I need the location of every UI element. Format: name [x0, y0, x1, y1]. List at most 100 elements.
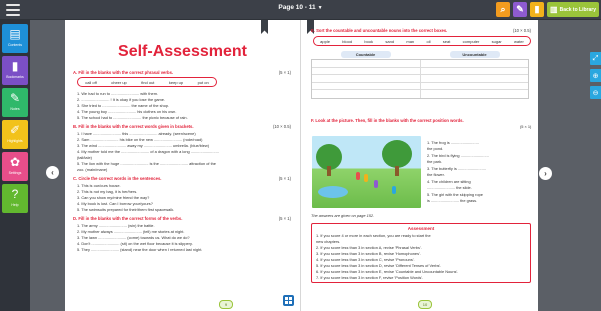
chevron-down-icon: ▼	[317, 5, 323, 11]
word-chip: seat	[442, 38, 451, 44]
page-number: 10	[418, 300, 432, 309]
question-line: 4. The young boy .......................…	[77, 109, 177, 114]
sidebar: ▤ Contents ▮ Bookmarks ✎ Notes ✐ Highlights …	[0, 20, 30, 311]
word-chip: oil	[426, 38, 431, 44]
highlighter-icon[interactable]: ▮	[530, 2, 545, 17]
word-box: apple blood book sand man oil seat compu…	[313, 36, 531, 46]
chevron-left-icon: ‹	[51, 168, 54, 177]
word-chip: find out	[141, 79, 155, 85]
notes-icon: ✎	[9, 91, 21, 105]
table-cell[interactable]	[312, 60, 421, 67]
word-box: call off cheer up find out keep up put o…	[77, 77, 217, 87]
table-cell[interactable]	[312, 67, 421, 74]
section-score: (5 × 1)	[278, 216, 291, 221]
sidebar-item-bookmarks[interactable]: ▮ Bookmarks	[2, 56, 28, 85]
section-heading-text: A. Fill in the blanks with the correct p…	[73, 70, 174, 75]
menu-icon[interactable]	[4, 3, 22, 17]
question-line: the park.	[427, 159, 443, 164]
section-a-heading: A. Fill in the blanks with the correct p…	[73, 70, 291, 75]
question-line: 3. The butterfly is ....................…	[427, 166, 486, 171]
question-line: 1. This is our/ours house.	[77, 183, 121, 188]
word-chip: sand	[385, 38, 395, 44]
column-header: Uncountable	[449, 51, 500, 58]
page-label: Page 10 - 11	[278, 4, 316, 11]
table-cell[interactable]	[421, 68, 529, 75]
child-figure	[374, 180, 378, 188]
table-cell[interactable]	[421, 83, 529, 90]
sidebar-item-notes[interactable]: ✎ Notes	[2, 88, 28, 117]
child-figure	[364, 174, 368, 182]
child-figure	[356, 172, 360, 180]
next-page-button[interactable]: ›	[539, 167, 552, 180]
table-cell[interactable]	[312, 90, 421, 98]
assessment-line: 4. If you score less than 3 in section C…	[316, 257, 415, 262]
sidebar-item-label: Contents	[7, 43, 22, 47]
answers-note: The answers are given on page 152.	[311, 213, 375, 218]
question-line: 2. The bird is flying ..................…	[427, 153, 489, 158]
question-line: 1. We had to run to ....................…	[77, 91, 159, 96]
question-line: 2. .......................... ! It is ok…	[77, 97, 166, 102]
sidebar-item-label: Settings	[8, 171, 22, 175]
table-cell[interactable]	[312, 82, 421, 89]
child-figure	[392, 186, 396, 194]
table-cell[interactable]	[421, 90, 529, 98]
word-chip: book	[364, 38, 374, 44]
assessment-line: 7. If you score less than 3 in section F…	[316, 275, 424, 280]
search-icon[interactable]: ⌕	[496, 2, 511, 17]
question-line: 5. They .......................... (stan…	[77, 247, 203, 252]
assessment-line: 2. If you score less than 3 in section A…	[316, 245, 422, 250]
back-to-library-button[interactable]: ▥ Back to Library	[547, 2, 599, 17]
help-icon: ?	[11, 187, 19, 201]
table-cell[interactable]	[421, 75, 529, 82]
zoom-toolbar: ⤢ ⊕ ⊖	[590, 52, 601, 99]
tree-trunk	[395, 166, 399, 176]
word-chip: keep up	[168, 79, 184, 85]
assessment-line: 1. If you score 4 or more in each sectio…	[316, 233, 431, 238]
page-selector[interactable]: Page 10 - 11 ▼	[278, 4, 322, 11]
page-bookmark-ribbon[interactable]	[261, 20, 268, 34]
section-heading-text: B. Fill in the blanks with the correct w…	[73, 124, 194, 129]
question-line: 4. My book is lost. Can I borrow your/yo…	[77, 201, 153, 206]
table-cell[interactable]	[421, 60, 529, 67]
assessment-title: Assessment	[407, 226, 435, 231]
park-illustration	[312, 136, 421, 208]
zoom-out-icon[interactable]: ⊖	[590, 86, 601, 99]
tree-trunk	[327, 166, 331, 176]
word-chip: cheer up	[111, 79, 127, 85]
question-line: 3. The lawn .......................... (…	[77, 235, 190, 240]
table-row	[312, 67, 529, 75]
sidebar-item-contents[interactable]: ▤ Contents	[2, 24, 28, 53]
tree-shape	[382, 140, 412, 168]
previous-page-button[interactable]: ‹	[46, 166, 59, 179]
thumbnail-grid-button[interactable]	[283, 295, 294, 306]
section-c-heading: C. Circle the correct words in the sente…	[73, 176, 291, 181]
sidebar-item-label: Bookmarks	[6, 75, 24, 79]
table-row	[312, 90, 528, 98]
section-f-heading: F. Look at the picture. Then, fill in th…	[311, 118, 531, 123]
section-b-heading: B. Fill in the blanks with the correct w…	[73, 124, 291, 129]
page-number: 9	[219, 300, 233, 309]
word-chip: put on	[197, 79, 209, 85]
library-label: Back to Library	[559, 6, 596, 13]
pen-icon[interactable]: ✎	[513, 2, 528, 17]
fullscreen-icon[interactable]: ⤢	[590, 52, 601, 65]
highlight-icon: ✐	[9, 123, 21, 137]
zoom-in-icon[interactable]: ⊕	[590, 69, 601, 82]
bookmark-icon: ▮	[11, 59, 19, 73]
section-score: (5 × 1)	[278, 70, 291, 75]
section-score: (5 × 1)	[278, 176, 291, 181]
sidebar-item-help[interactable]: ? Help	[2, 184, 28, 213]
question-line: 3. The wind .......................... a…	[77, 143, 210, 148]
gear-icon: ✿	[9, 155, 21, 169]
page-title: Self-Assessment	[118, 43, 247, 60]
question-line: 5. The girl with the skipping rope	[427, 192, 483, 197]
sidebar-item-highlights[interactable]: ✐ Highlights	[2, 120, 28, 149]
table-cell[interactable]	[312, 75, 421, 82]
assessment-line: new chapters.	[316, 239, 341, 244]
sidebar-item-label: Notes	[10, 107, 20, 111]
sidebar-item-label: Highlights	[7, 139, 23, 143]
word-chip: blood	[342, 38, 353, 44]
pond-shape	[318, 186, 348, 198]
sidebar-item-settings[interactable]: ✿ Settings	[2, 152, 28, 181]
question-line: 4. Don't .......................... (sit…	[77, 241, 193, 246]
